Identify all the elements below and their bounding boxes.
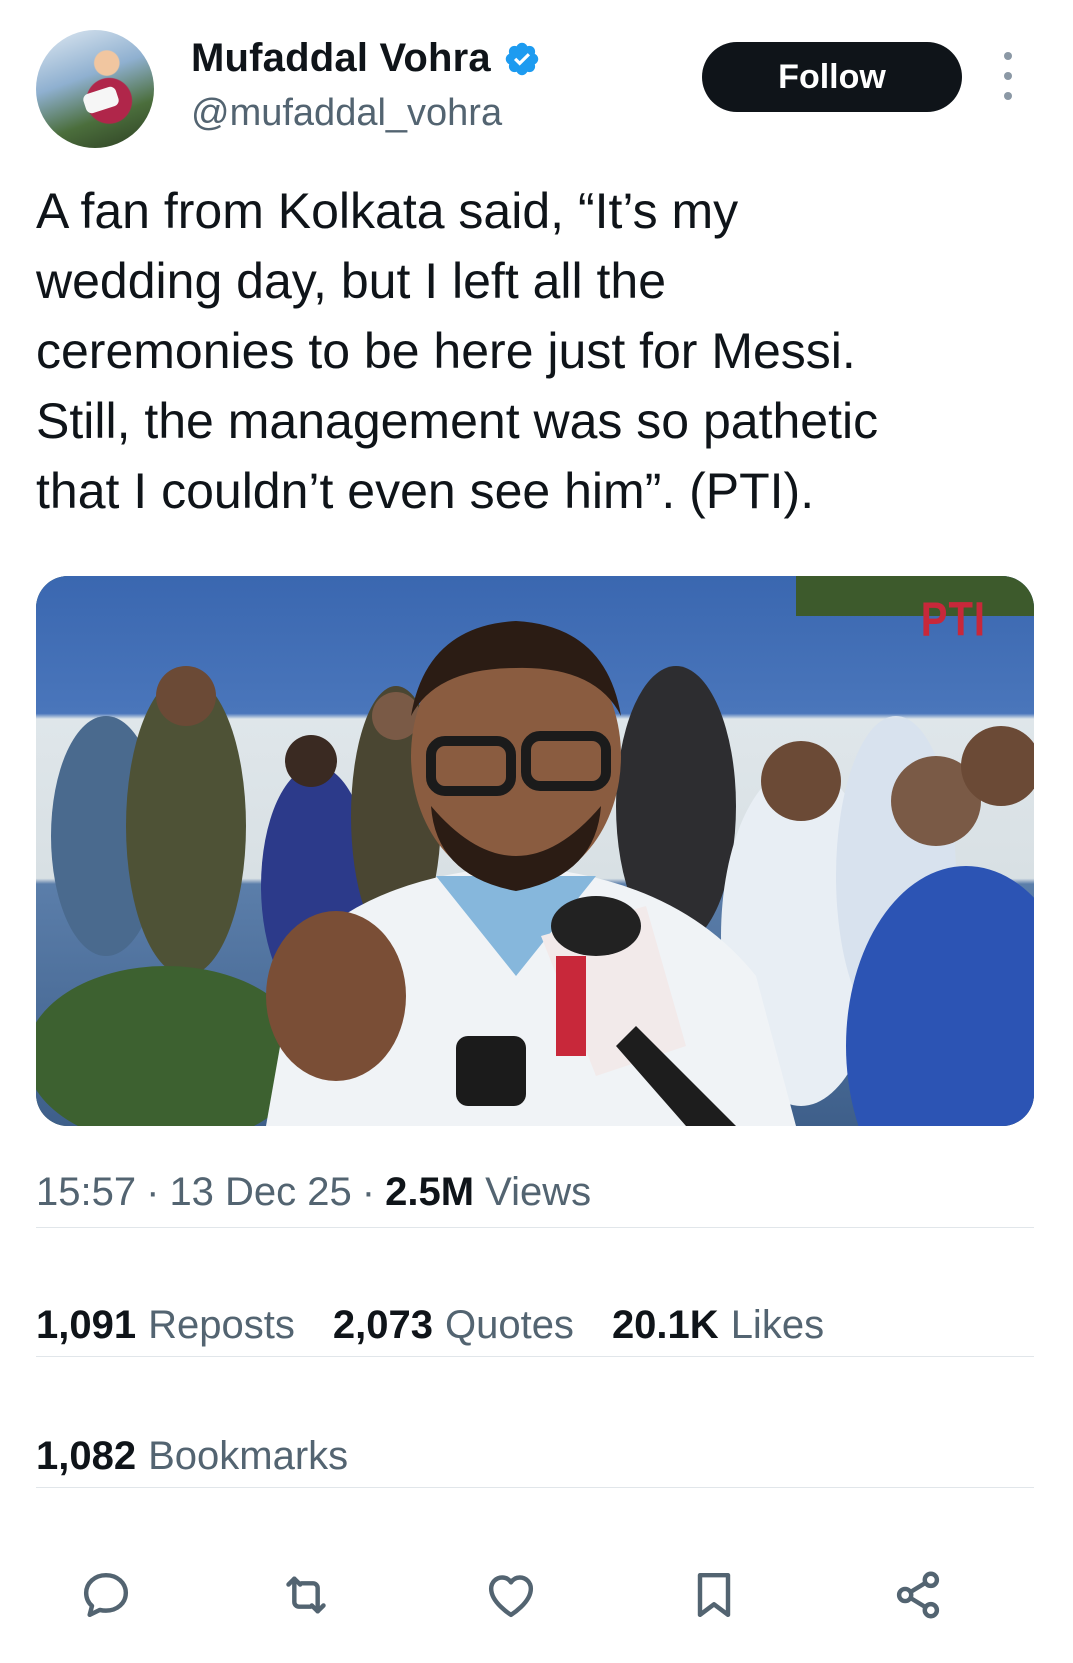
tweet-time[interactable]: 15:57 — [36, 1170, 136, 1215]
media-watermark: PTI — [920, 593, 986, 647]
likes-stat[interactable]: 20.1K Likes — [612, 1303, 824, 1348]
quotes-stat[interactable]: 2,073 Quotes — [333, 1303, 574, 1348]
author-name-row: Mufaddal Vohra — [191, 36, 541, 81]
views-stat[interactable]: 2.5M Views — [385, 1170, 591, 1215]
tweet-detail: Mufaddal Vohra @mufaddal_vohra Follow A … — [0, 0, 1073, 1663]
verified-badge-icon — [505, 42, 539, 75]
repost-icon[interactable] — [276, 1565, 336, 1625]
divider — [36, 1227, 1034, 1228]
reply-icon[interactable] — [76, 1565, 136, 1625]
likes-count: 20.1K — [611, 1303, 719, 1347]
meta-separator: · — [146, 1170, 160, 1214]
reposts-label: Reposts — [148, 1303, 295, 1347]
quotes-count: 2,073 — [332, 1303, 433, 1347]
author-handle[interactable]: @mufaddal_vohra — [191, 92, 502, 135]
follow-button[interactable]: Follow — [702, 42, 962, 112]
like-icon[interactable] — [481, 1565, 541, 1625]
bookmarks-count: 1,082 — [36, 1434, 137, 1478]
tweet-meta: 15:57 · 13 Dec 25 · 2.5M Views — [36, 1170, 591, 1215]
author-name[interactable]: Mufaddal Vohra — [191, 36, 491, 81]
views-label: Views — [485, 1170, 592, 1214]
engagement-stats: 1,091 Reposts 2,073 Quotes 20.1K Likes — [36, 1303, 824, 1348]
views-count: 2.5M — [385, 1170, 475, 1214]
tweet-date[interactable]: 13 Dec 25 — [169, 1170, 351, 1215]
reposts-stat[interactable]: 1,091 Reposts — [36, 1303, 295, 1348]
divider — [36, 1356, 1034, 1357]
bookmark-icon[interactable] — [684, 1565, 744, 1625]
share-icon[interactable] — [888, 1565, 948, 1625]
media-illustration — [36, 576, 1034, 1126]
reposts-count: 1,091 — [36, 1303, 137, 1347]
bookmarks-label: Bookmarks — [148, 1434, 349, 1478]
author-avatar[interactable] — [36, 30, 154, 148]
quotes-label: Quotes — [444, 1303, 574, 1347]
meta-separator: · — [361, 1170, 376, 1214]
divider — [36, 1487, 1034, 1488]
bookmarks-stat[interactable]: 1,082 Bookmarks — [36, 1434, 348, 1479]
tweet-actions — [76, 1565, 996, 1625]
likes-label: Likes — [730, 1303, 825, 1347]
tweet-media-image[interactable]: PTI — [36, 576, 1034, 1126]
more-options-icon[interactable] — [998, 52, 1018, 100]
tweet-text: A fan from Kolkata said, “It’s my weddin… — [36, 183, 879, 519]
bookmarks-stats: 1,082 Bookmarks — [36, 1434, 348, 1479]
